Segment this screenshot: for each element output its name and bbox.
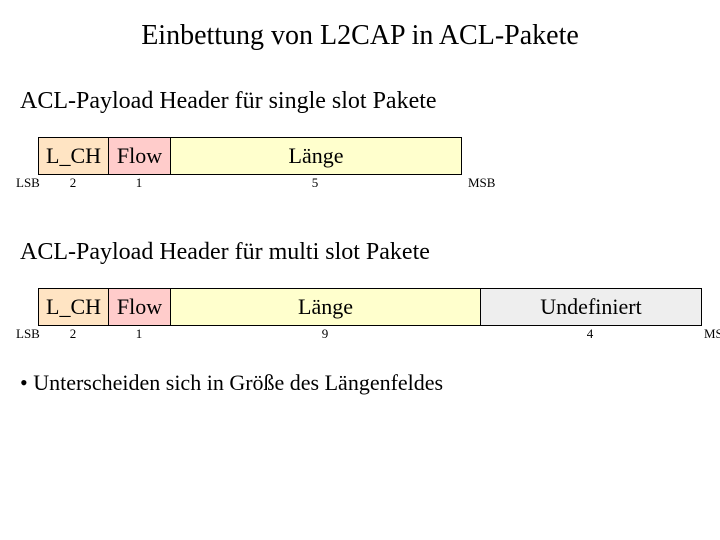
page-title: Einbettung von L2CAP in ACL-Pakete — [16, 20, 704, 52]
multi-header-box: L_CH Flow Länge Undefiniert — [38, 288, 702, 326]
multi-field-len: Länge — [171, 289, 481, 325]
multi-field-lch: L_CH — [39, 289, 109, 325]
multi-header-diagram: L_CH Flow Länge Undefiniert LSB 2 1 9 4 … — [38, 288, 704, 346]
single-field-len: Länge — [171, 138, 461, 174]
multi-subtitle: ACL-Payload Header für multi slot Pakete — [20, 239, 704, 266]
single-bits-flow: 1 — [136, 175, 143, 191]
multi-msb-label: MSB — [704, 326, 720, 342]
single-bits-len: 5 — [312, 175, 319, 191]
single-msb-label: MSB — [468, 175, 495, 191]
multi-bits-flow: 1 — [136, 326, 143, 342]
single-field-flow: Flow — [109, 138, 171, 174]
multi-bits-len: 9 — [322, 326, 329, 342]
single-header-box: L_CH Flow Länge — [38, 137, 462, 175]
single-header-diagram: L_CH Flow Länge LSB 2 1 5 MSB — [38, 137, 704, 195]
multi-bits-und: 4 — [587, 326, 594, 342]
single-field-lch: L_CH — [39, 138, 109, 174]
single-subtitle: ACL-Payload Header für single slot Paket… — [20, 88, 704, 115]
multi-lsb-label: LSB — [16, 326, 40, 342]
multi-field-und: Undefiniert — [481, 289, 701, 325]
multi-field-flow: Flow — [109, 289, 171, 325]
single-lsb-label: LSB — [16, 175, 40, 191]
bullet-note: Unterscheiden sich in Größe des Längenfe… — [20, 370, 704, 396]
single-bits-lch: 2 — [70, 175, 77, 191]
multi-bits-lch: 2 — [70, 326, 77, 342]
